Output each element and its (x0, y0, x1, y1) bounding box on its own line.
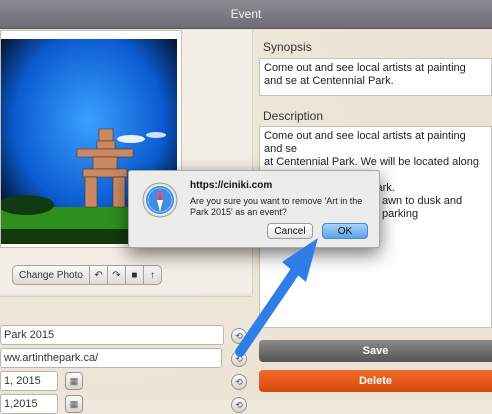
save-button[interactable]: Save (259, 340, 492, 362)
calendar-icon[interactable]: ▦ (65, 395, 83, 413)
synopsis-textarea[interactable]: Come out and see local artists at painti… (259, 58, 492, 96)
dialog-title: https://ciniki.com (190, 180, 273, 191)
ok-button[interactable]: OK (322, 223, 368, 239)
divider (0, 296, 252, 297)
synopsis-label: Synopsis (263, 40, 312, 54)
dialog-message: Are you sure you want to remove 'Art in … (190, 196, 363, 217)
event-url-field[interactable]: ww.artinthepark.ca/ (0, 348, 222, 368)
end-date-field[interactable]: 1,2015 (0, 394, 58, 414)
event-name-field[interactable]: Park 2015 (0, 325, 224, 345)
window-title: Event (230, 7, 262, 21)
description-label: Description (263, 109, 324, 123)
field-action-icon[interactable]: ⟲ (231, 374, 247, 390)
field-action-icon[interactable]: ⟲ (231, 351, 247, 367)
cancel-button[interactable]: Cancel (267, 223, 313, 239)
field-action-icon[interactable]: ⟲ (231, 397, 247, 413)
photo-toolbar: Change Photo ↶ ↷ ■ ↑ (12, 265, 162, 285)
safari-compass-icon (141, 181, 179, 219)
calendar-icon[interactable]: ▦ (65, 372, 83, 390)
delete-button[interactable]: Delete (259, 370, 492, 392)
change-photo-button[interactable]: Change Photo (12, 265, 90, 285)
share-icon[interactable]: ↑ (143, 265, 162, 285)
window-title-bar: Event (0, 0, 492, 29)
rotate-right-icon[interactable]: ↷ (107, 265, 126, 285)
trash-icon[interactable]: ■ (125, 265, 144, 285)
confirm-dialog: https://ciniki.com Are you sure you want… (128, 170, 380, 248)
description-line: Come out and see local artists at painti… (264, 130, 466, 155)
rotate-left-icon[interactable]: ↶ (89, 265, 108, 285)
field-action-icon[interactable]: ⟲ (231, 328, 247, 344)
start-date-field[interactable]: 1, 2015 (0, 371, 58, 391)
